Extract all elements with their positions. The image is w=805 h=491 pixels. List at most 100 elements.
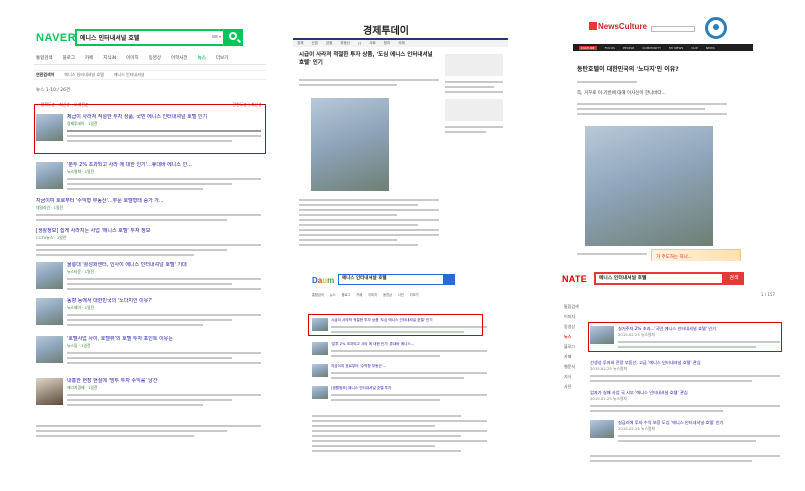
tab-video[interactable]: 동영상	[149, 55, 161, 64]
nav-item[interactable]: 국제	[398, 41, 404, 46]
menu-image[interactable]: 이미지	[564, 312, 586, 322]
list-item[interactable]: 업자가 실패 사업 국 시부 '에니스 인터내셔널 호텔' 관심 2015.02…	[590, 390, 780, 415]
list-item[interactable]: 동향 등에서 대한민국의 '노다지인 이유?' 뉴스웨이 · 1일전	[36, 298, 261, 329]
tab-image[interactable]: 이미지	[368, 292, 377, 298]
article-thumbnail[interactable]	[36, 336, 63, 363]
nav-item[interactable]: IT	[358, 42, 361, 46]
nate-search-button[interactable]: 검색	[724, 272, 744, 285]
menu-web[interactable]: 웹문서	[564, 362, 586, 372]
nate-logo[interactable]: NATE	[562, 274, 587, 284]
daum-logo[interactable]: Daum	[312, 276, 334, 285]
article-thumbnail[interactable]	[312, 386, 328, 399]
tab-dictionary[interactable]: 사전	[398, 292, 404, 298]
nate-search-input[interactable]: 에니스 인터내셔널 호텔	[594, 272, 724, 285]
nav-item[interactable]: 금융	[326, 41, 332, 46]
menu-cafe[interactable]: 카페	[564, 352, 586, 362]
etoday-logo[interactable]: 경제투데이	[363, 22, 409, 37]
list-item[interactable]: 실금리에 투자 수익 보장 도심 '에니스 인터내셔널 호텔' 인기 2015.…	[590, 420, 780, 445]
naver-search-box[interactable]: ⌨ ▾	[75, 29, 225, 46]
list-item[interactable]: 내홍한 현장 현실에 '방투 투자 수익률' 낭간 에너지경제 · 1일전	[36, 378, 261, 409]
daum-search-input[interactable]: 에니스 인터내셔널 호텔	[338, 274, 444, 285]
daum-search-button[interactable]	[444, 274, 455, 285]
article-meta	[577, 78, 727, 86]
article-title[interactable]: 자금이여 호로부터 '수익형 부동산'...부문 호텔형태 증가 가...	[36, 198, 261, 205]
naver-search-button[interactable]	[225, 29, 243, 46]
list-item[interactable]: '호텔사업 사이, 호텔뷰'의 호텔 투자 포인트 이유는 뉴스핌 · 1일전	[36, 336, 261, 367]
nav-item[interactable]: 사회	[369, 41, 375, 46]
nav-clip[interactable]: CLIP	[691, 46, 697, 50]
menu-blog[interactable]: 블로그	[564, 342, 586, 352]
tab-blog[interactable]: 블로그	[63, 55, 75, 64]
tab-dictionary[interactable]: 어학사전	[171, 55, 188, 64]
tab-more[interactable]: 더보기	[216, 55, 228, 64]
sidebar	[445, 54, 503, 136]
article-title[interactable]: 동향 등에서 대한민국의 '노다지인 이유?'	[67, 298, 261, 305]
article-title[interactable]: '분투 2% 초과되고 사라 에 대한 인기' 휴대바 에니스...	[331, 342, 487, 347]
article-thumbnail[interactable]	[312, 342, 328, 355]
tab-integrated[interactable]: 통합검색	[36, 55, 53, 64]
list-item[interactable]: 울릉대 '활성화센터, 인사이 에니스 인터내셔널 호텔' 기대 뉴스타운 · …	[36, 262, 261, 293]
related-term-1[interactable]: 에니스 인터내셔널 호텔	[64, 72, 103, 78]
nav-mynews[interactable]: MY NEWS	[669, 46, 683, 50]
related-term-2[interactable]: 에니스 인터내셔널	[114, 72, 145, 78]
list-item[interactable]: 선생성 투자와 전망 부동산, 고급 '에니스 인터내셔널 호텔' 관심 201…	[590, 360, 780, 385]
naver-logo[interactable]: NAVER	[36, 32, 76, 44]
article-title[interactable]: '분투 2% 초과되고 사라 에 대한 인기'...휴대바 에니스 인...	[67, 162, 261, 169]
advertisement-banner[interactable]: 가 주도하는 하나...	[651, 249, 741, 261]
article-thumbnail[interactable]	[36, 162, 63, 189]
article-lead: 즉, 거꾸로 이 기반에 대해 이사신이 한나바다...	[577, 91, 666, 96]
list-item[interactable]: 자금이여 호로부터 '수익형 부동산'...부문 호텔형태 증가 가... 데일…	[36, 198, 261, 225]
article-source: 뉴스핌 · 1일전	[67, 343, 91, 348]
article-title[interactable]: [생활정보] 에니스 인터내셔널 호텔 투자	[331, 386, 487, 391]
article-title[interactable]: '호텔사업 사이, 호텔뷰'의 호텔 투자 포인트 이유는	[67, 336, 261, 343]
nav-news[interactable]: NEWS	[706, 46, 715, 50]
article-thumbnail[interactable]	[36, 378, 63, 405]
article-thumbnail[interactable]	[36, 298, 63, 325]
nav-item[interactable]: 산업	[311, 41, 317, 46]
nav-community[interactable]: COMMUNITY	[642, 46, 661, 50]
tab-news[interactable]: 뉴스	[198, 55, 206, 64]
tab-news[interactable]: 뉴스	[330, 292, 336, 298]
menu-integrated[interactable]: 통합검색	[564, 302, 586, 312]
tab-kin[interactable]: 지식iN	[103, 55, 116, 64]
result-count: 뉴스 1-10 / 26건	[36, 88, 71, 93]
article-title[interactable]: [생활정보] 쉽게 사라지는 사업 '에니스 호텔' 투자 정보	[36, 228, 261, 235]
tab-cafe[interactable]: 카페	[85, 55, 93, 64]
article-source: 2015.02.25 뉴스컬쳐	[590, 396, 627, 401]
menu-news[interactable]: 뉴스	[564, 332, 586, 342]
menu-video[interactable]: 동영상	[564, 322, 586, 332]
nav-culture[interactable]: CULTURE	[579, 45, 597, 50]
tab-more[interactable]: 더보기	[410, 292, 419, 298]
hotel-photo	[311, 98, 389, 191]
article-title[interactable]: 자금이여 호로부터 '수익형 부동산'...	[331, 364, 487, 369]
nav-focus[interactable]: FOCUS	[605, 46, 615, 50]
article-title[interactable]: 내홍한 현장 현실에 '방투 투자 수익률' 낭간	[67, 378, 261, 385]
menu-dictionary[interactable]: 사전	[564, 382, 586, 392]
daum-tabs: 통합검색 뉴스 블로그 카페 이미지 동영상 사전 더보기	[308, 292, 491, 298]
article-thumbnail[interactable]	[312, 364, 328, 377]
nav-people[interactable]: PEOPLE	[623, 46, 634, 50]
tab-blog[interactable]: 블로그	[342, 292, 351, 298]
article-title[interactable]: 울릉대 '활성화센터, 인사이 에니스 인터내셔널 호텔' 기대	[67, 262, 261, 269]
nav-item[interactable]: 정치	[384, 41, 390, 46]
newsculture-logo[interactable]: NewsCulture	[589, 22, 647, 31]
nav-item[interactable]: 경제	[297, 41, 303, 46]
tab-image[interactable]: 이미지	[126, 55, 138, 64]
list-item[interactable]: [생활정보] 에니스 인터내셔널 호텔 투자	[312, 386, 487, 404]
article-thumbnail[interactable]	[590, 420, 614, 438]
newsculture-search-input[interactable]	[651, 26, 695, 32]
article-headline: 시급이 사라져 적절한 투자 상품, '도심 에니스 인터내셔널 호텔' 인기	[299, 52, 433, 66]
tab-video[interactable]: 동영상	[383, 292, 392, 298]
keyboard-icon[interactable]: ⌨ ▾	[212, 34, 221, 39]
menu-knowledge[interactable]: 지식	[564, 372, 586, 382]
nav-item[interactable]: 부동산	[340, 41, 350, 46]
highlight-box	[308, 314, 483, 336]
list-item[interactable]: '분투 2% 초과되고 사라 에 대한 인기'...휴대바 에니스 인... 뉴…	[36, 162, 261, 193]
list-item[interactable]: '분투 2% 초과되고 사라 에 대한 인기' 휴대바 에니스...	[312, 342, 487, 360]
article-thumbnail[interactable]	[36, 262, 63, 289]
list-item[interactable]: [생활정보] 쉽게 사라지는 사업 '에니스 호텔' 투자 정보 CCTV뉴스 …	[36, 228, 261, 259]
tab-integrated[interactable]: 통합검색	[312, 292, 324, 298]
list-item[interactable]: 자금이여 호로부터 '수익형 부동산'...	[312, 364, 487, 382]
tab-cafe[interactable]: 카페	[356, 292, 362, 298]
naver-search-input[interactable]	[77, 31, 197, 44]
